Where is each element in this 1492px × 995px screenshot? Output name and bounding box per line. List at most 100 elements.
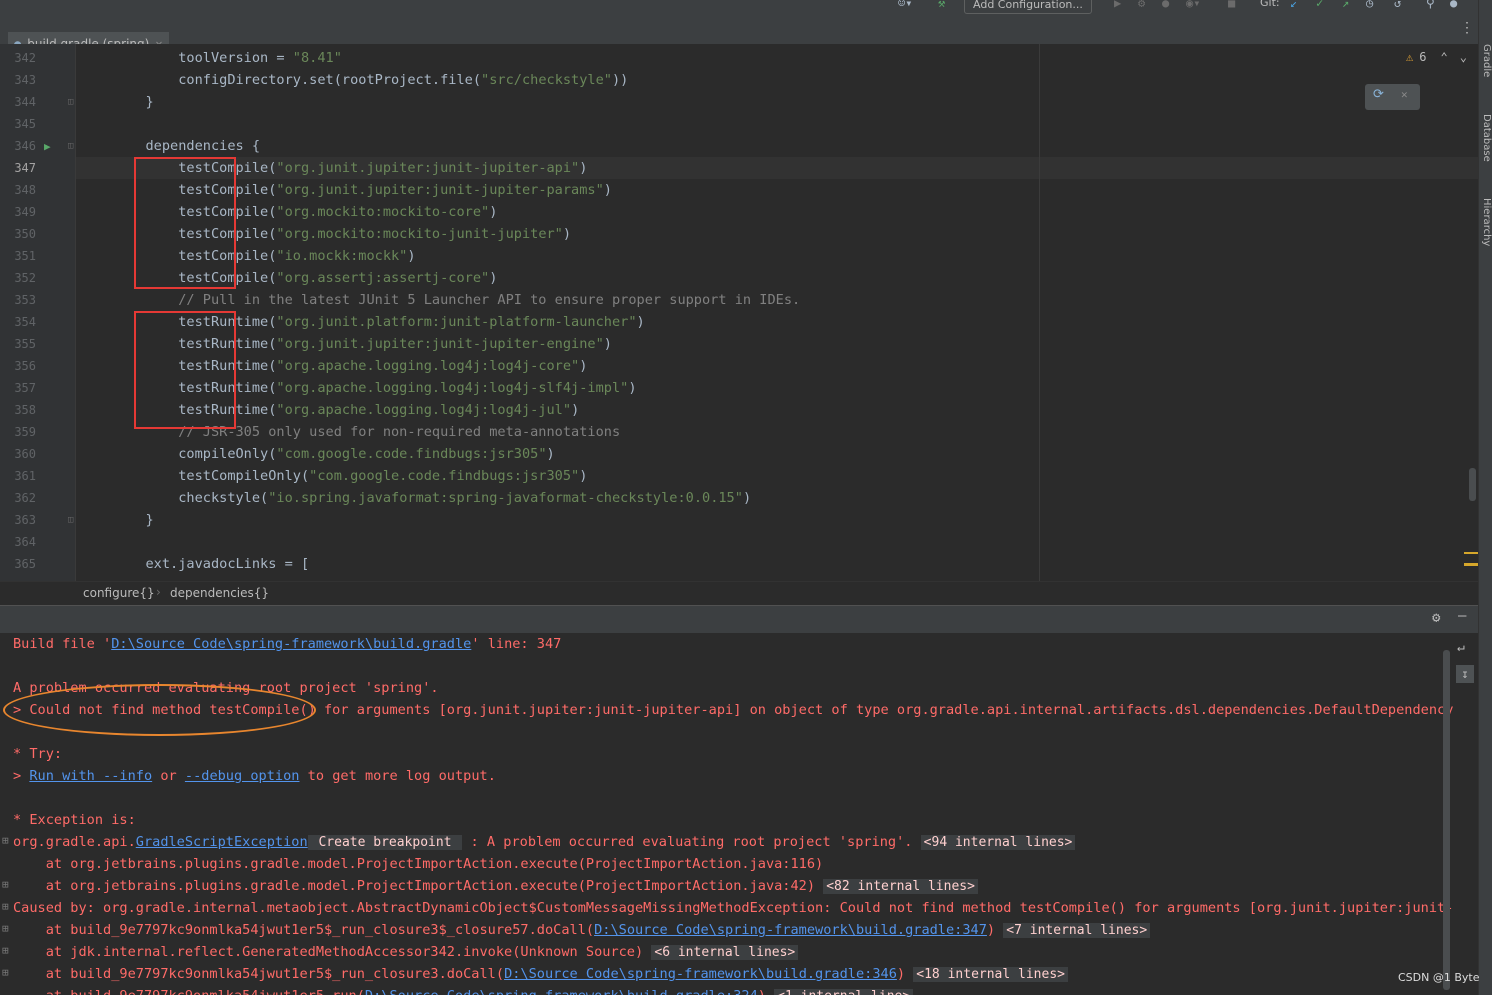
code-token: ) (407, 248, 416, 264)
console-text: ) (896, 966, 914, 982)
console-link[interactable]: D:\Source Code\spring-framework\build.gr… (111, 636, 471, 652)
console-link[interactable]: D:\Source Code\spring-framework\build.gr… (365, 988, 758, 995)
console-scrollbar-thumb[interactable] (1443, 650, 1450, 990)
code-token: ) (742, 490, 752, 506)
folded-lines-badge[interactable]: <94 internal lines> (920, 835, 1076, 850)
string-literal: "io.spring.javaformat:spring-javaformat-… (268, 490, 743, 506)
folded-lines-badge[interactable]: <7 internal lines> (1003, 923, 1151, 938)
line-number: 359 (14, 425, 36, 439)
code-editor[interactable]: 342 343 344 345 346 347 348 349 350 351 352 353 354 3… (0, 44, 1478, 581)
testruntime-highlight-box (134, 311, 236, 429)
inspection-widget[interactable]: ⚠ 6 ⌃ ⌄ (1406, 50, 1467, 64)
gradle-reload-icon[interactable]: ⟳ (1373, 87, 1384, 102)
folded-lines-badge[interactable]: <1 internal line> (774, 989, 914, 995)
more-options-icon[interactable]: ⋮ (1460, 20, 1474, 36)
line-number: 352 (14, 271, 36, 285)
fold-icon[interactable]: ◫ (68, 515, 73, 525)
console-line: > Run with --info or --debug option to g… (13, 765, 496, 787)
console-text: ) (758, 988, 774, 995)
add-configuration-label: Add Configuration... (973, 0, 1083, 11)
fold-icon[interactable]: ◫ (68, 141, 73, 151)
code-line: compileOnly("com.google.code.findbugs:js… (80, 443, 554, 465)
breadcrumb-item-configure[interactable]: configure{} (83, 586, 155, 600)
expand-icon[interactable]: ⊞ (2, 966, 9, 979)
next-highlight-icon[interactable]: ⌄ (1460, 50, 1467, 64)
run-icon[interactable]: ▶ (1114, 0, 1121, 10)
console-text: * Exception is: (13, 812, 136, 828)
breadcrumb-item-dependencies[interactable]: dependencies{} (170, 586, 269, 600)
expand-icon[interactable]: ⊞ (2, 834, 9, 847)
line-number: 360 (14, 447, 36, 461)
code-token: ) (562, 226, 572, 242)
minimize-icon[interactable]: — (1458, 608, 1466, 624)
code-token: dependencies { (80, 138, 261, 154)
console-line: * Exception is: (13, 809, 136, 831)
console-text: : A problem occurred evaluating root pro… (462, 834, 921, 850)
code-line: } (80, 91, 153, 113)
expand-icon[interactable]: ⊞ (2, 878, 9, 891)
string-literal: "org.junit.jupiter:junit-jupiter-api" (276, 160, 580, 176)
previous-highlight-icon[interactable]: ⌃ (1440, 50, 1447, 64)
line-number: 358 (14, 403, 36, 417)
tool-window-gradle[interactable]: Gradle (1481, 44, 1492, 77)
console-link[interactable]: GradleScriptException (136, 834, 308, 850)
code-token: ) (628, 380, 637, 396)
ide-status-icon[interactable]: ● (1450, 0, 1457, 10)
string-literal: "8.41" (292, 50, 342, 66)
gradle-reload-popup[interactable]: ⟳ ✕ (1365, 84, 1420, 110)
console-link[interactable]: D:\Source Code\spring-framework\build.gr… (594, 922, 987, 938)
code-token: toolVersion = (80, 50, 293, 66)
git-update-icon[interactable]: ↙ (1290, 0, 1297, 10)
error-stripe-marker[interactable] (1464, 563, 1478, 566)
line-number: 363 (14, 513, 36, 527)
code-token: ) (603, 336, 612, 352)
code-token: ext.javadocLinks = [ (80, 556, 310, 572)
folded-lines-badge[interactable]: Create breakpoint (307, 835, 463, 850)
history-icon[interactable]: ◷ (1366, 0, 1373, 10)
editor-scrollbar-thumb[interactable] (1469, 468, 1476, 501)
console-link[interactable]: --debug option (185, 768, 300, 784)
error-highlight-ellipse (3, 684, 316, 736)
git-commit-icon[interactable]: ✓ (1316, 0, 1323, 10)
line-number: 354 (14, 315, 36, 329)
git-push-icon[interactable]: ↗ (1342, 0, 1349, 10)
console-text: at org.jetbrains.plugins.gradle.model.Pr… (13, 856, 824, 872)
console-link[interactable]: Run with --info (29, 768, 152, 784)
expand-icon[interactable]: ⊞ (2, 900, 9, 913)
code-token: ) (603, 182, 612, 198)
profile-icon[interactable]: ◉▾ (1186, 0, 1200, 10)
folded-lines-badge[interactable]: <6 internal lines> (651, 945, 799, 960)
debug-icon[interactable]: ⚙ (1138, 0, 1145, 10)
stop-icon[interactable]: ■ (1228, 0, 1235, 10)
close-icon[interactable]: ✕ (1401, 88, 1408, 101)
coverage-icon[interactable]: ● (1162, 0, 1169, 10)
right-margin-guide (1039, 44, 1040, 581)
fold-icon[interactable]: ◫ (68, 97, 73, 107)
string-literal: "org.junit.platform:junit-platform-launc… (276, 314, 637, 330)
main-toolbar: ☺▾ ⚒ Add Configuration... ▶ ⚙ ● ◉▾ ■ Git… (0, 0, 1492, 14)
string-literal: "com.google.code.findbugs:jsr305" (309, 468, 580, 484)
user-icon[interactable]: ☺▾ (898, 0, 912, 10)
expand-icon[interactable]: ⊞ (2, 922, 9, 935)
console-line: org.gradle.api.GradleScriptException Cre… (13, 831, 1076, 854)
console-link[interactable]: D:\Source Code\spring-framework\build.gr… (504, 966, 897, 982)
tool-window-database[interactable]: Database (1481, 114, 1492, 162)
rollback-icon[interactable]: ↺ (1394, 0, 1401, 10)
search-icon[interactable]: ⚲ (1426, 0, 1435, 10)
folded-lines-badge[interactable]: <82 internal lines> (823, 879, 978, 894)
string-literal: "org.junit.jupiter:junit-jupiter-engine" (276, 336, 604, 352)
expand-icon[interactable]: ⊞ (2, 944, 9, 957)
console-line: at build_9e7797kc9onmlka54jwut1er5$_run_… (13, 963, 1068, 986)
code-token: ) (636, 314, 645, 330)
console-line: at org.jetbrains.plugins.gradle.model.Pr… (13, 875, 978, 898)
add-configuration-button[interactable]: Add Configuration... (964, 0, 1092, 14)
build-hammer-icon[interactable]: ⚒ (938, 0, 945, 10)
folded-lines-badge[interactable]: <18 internal lines> (913, 967, 1068, 982)
tool-window-hierarchy[interactable]: Hierarchy (1481, 198, 1492, 246)
scroll-to-end-icon[interactable]: ↧ (1456, 665, 1474, 683)
run-gutter-icon[interactable]: ▶ (44, 140, 51, 153)
code-token: } (80, 512, 154, 528)
gear-icon[interactable]: ⚙ (1432, 610, 1440, 626)
soft-wrap-icon[interactable]: ↵ (1457, 640, 1465, 655)
line-number: 349 (14, 205, 36, 219)
